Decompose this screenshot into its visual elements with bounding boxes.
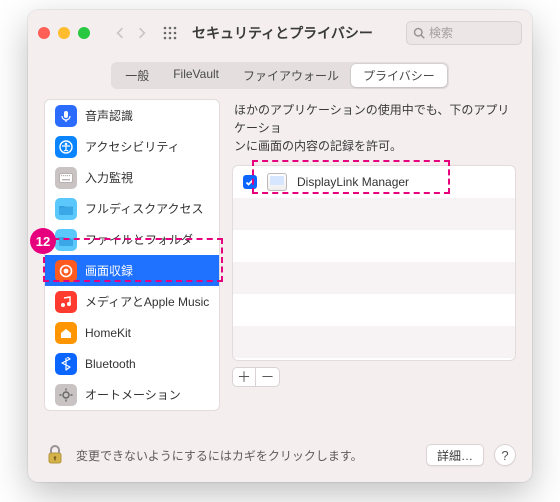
sidebar-item-label: 画面収録 bbox=[85, 262, 133, 279]
accessibility-icon bbox=[55, 136, 77, 158]
search-input[interactable] bbox=[429, 26, 515, 40]
chevron-right-icon bbox=[138, 26, 146, 40]
privacy-sidebar[interactable]: 音声認識 アクセシビリティ 入力監視 フルディスクアクセス bbox=[44, 99, 220, 411]
chevron-left-icon bbox=[116, 26, 124, 40]
folder-icon bbox=[55, 198, 77, 220]
tab-firewall[interactable]: ファイアウォール bbox=[231, 64, 351, 87]
gear-icon bbox=[55, 384, 77, 406]
app-row-empty bbox=[233, 294, 515, 326]
show-all-button[interactable] bbox=[160, 23, 180, 43]
app-row-empty bbox=[233, 198, 515, 230]
sidebar-item-automation[interactable]: オートメーション bbox=[45, 379, 219, 410]
checkbox-checked[interactable] bbox=[243, 175, 257, 189]
sidebar-item-label: HomeKit bbox=[85, 326, 131, 340]
app-name: DisplayLink Manager bbox=[297, 175, 409, 189]
tab-privacy[interactable]: プライバシー bbox=[351, 64, 447, 87]
sidebar-item-label: フルディスクアクセス bbox=[85, 200, 204, 217]
app-row-empty bbox=[233, 262, 515, 294]
search-field[interactable] bbox=[406, 21, 522, 45]
nav-buttons bbox=[110, 23, 152, 43]
help-button[interactable]: ? bbox=[494, 444, 516, 466]
window-controls bbox=[38, 27, 90, 39]
titlebar: セキュリティとプライバシー bbox=[28, 10, 532, 56]
app-row[interactable]: DisplayLink Manager bbox=[233, 166, 515, 198]
microphone-icon bbox=[55, 105, 77, 127]
tab-filevault[interactable]: FileVault bbox=[161, 64, 231, 87]
sidebar-item-input-monitoring[interactable]: 入力監視 bbox=[45, 162, 219, 193]
sidebar-item-label: 音声認識 bbox=[85, 107, 133, 124]
home-icon bbox=[55, 322, 77, 344]
sidebar-item-files-folders[interactable]: ファイルとフォルダ bbox=[45, 224, 219, 255]
annotation-step-badge: 12 bbox=[30, 228, 56, 254]
details-button[interactable]: 詳細… bbox=[426, 444, 484, 466]
add-remove-buttons: ＋ － bbox=[232, 367, 516, 387]
forward-button[interactable] bbox=[132, 23, 152, 43]
tabs: 一般 FileVault ファイアウォール プライバシー bbox=[28, 56, 532, 99]
sidebar-item-accessibility[interactable]: アクセシビリティ bbox=[45, 131, 219, 162]
grid-icon bbox=[163, 26, 177, 40]
description: ほかのアプリケーションの使用中でも、下のアプリケーショ ンに画面の内容の記録を許… bbox=[232, 99, 516, 165]
lock-text: 変更できないようにするにはカギをクリックします。 bbox=[76, 447, 416, 464]
sidebar-item-label: アクセシビリティ bbox=[85, 138, 180, 155]
app-list[interactable]: DisplayLink Manager bbox=[232, 165, 516, 361]
remove-button[interactable]: － bbox=[256, 367, 280, 387]
add-button[interactable]: ＋ bbox=[232, 367, 256, 387]
sidebar-item-label: ファイルとフォルダ bbox=[85, 231, 193, 248]
bluetooth-icon bbox=[55, 353, 77, 375]
search-icon bbox=[413, 27, 425, 39]
close-icon[interactable] bbox=[38, 27, 50, 39]
zoom-icon[interactable] bbox=[78, 27, 90, 39]
lock-button[interactable] bbox=[44, 444, 66, 466]
lock-icon bbox=[46, 445, 64, 465]
music-icon bbox=[55, 291, 77, 313]
sidebar-item-media[interactable]: メディアとApple Music bbox=[45, 286, 219, 317]
sidebar-item-speech[interactable]: 音声認識 bbox=[45, 100, 219, 131]
sidebar-item-homekit[interactable]: HomeKit bbox=[45, 317, 219, 348]
folder-icon bbox=[55, 229, 77, 251]
check-icon bbox=[245, 177, 255, 187]
app-row-empty bbox=[233, 230, 515, 262]
sidebar-item-label: オートメーション bbox=[85, 386, 181, 403]
monitor-icon bbox=[267, 173, 287, 191]
back-button[interactable] bbox=[110, 23, 130, 43]
desc-line: ほかのアプリケーションの使用中でも、下のアプリケーショ bbox=[234, 103, 509, 135]
keyboard-icon bbox=[55, 167, 77, 189]
minimize-icon[interactable] bbox=[58, 27, 70, 39]
tab-general[interactable]: 一般 bbox=[113, 64, 161, 87]
sidebar-item-full-disk[interactable]: フルディスクアクセス bbox=[45, 193, 219, 224]
desc-line: ンに画面の内容の記録を許可。 bbox=[234, 139, 402, 153]
content-pane: ほかのアプリケーションの使用中でも、下のアプリケーショ ンに画面の内容の記録を許… bbox=[232, 99, 516, 411]
window-title: セキュリティとプライバシー bbox=[192, 23, 373, 43]
sidebar-item-label: メディアとApple Music bbox=[85, 293, 209, 310]
preferences-window: セキュリティとプライバシー 一般 FileVault ファイアウォール プライバ… bbox=[28, 10, 532, 482]
sidebar-item-screen-recording[interactable]: 画面収録 bbox=[45, 255, 219, 286]
sidebar-item-label: 入力監視 bbox=[85, 169, 133, 186]
sidebar-item-label: Bluetooth bbox=[85, 357, 136, 371]
app-row-empty bbox=[233, 326, 515, 358]
footer: 変更できないようにするにはカギをクリックします。 詳細… ? bbox=[28, 428, 532, 482]
sidebar-item-bluetooth[interactable]: Bluetooth bbox=[45, 348, 219, 379]
record-icon bbox=[55, 260, 77, 282]
